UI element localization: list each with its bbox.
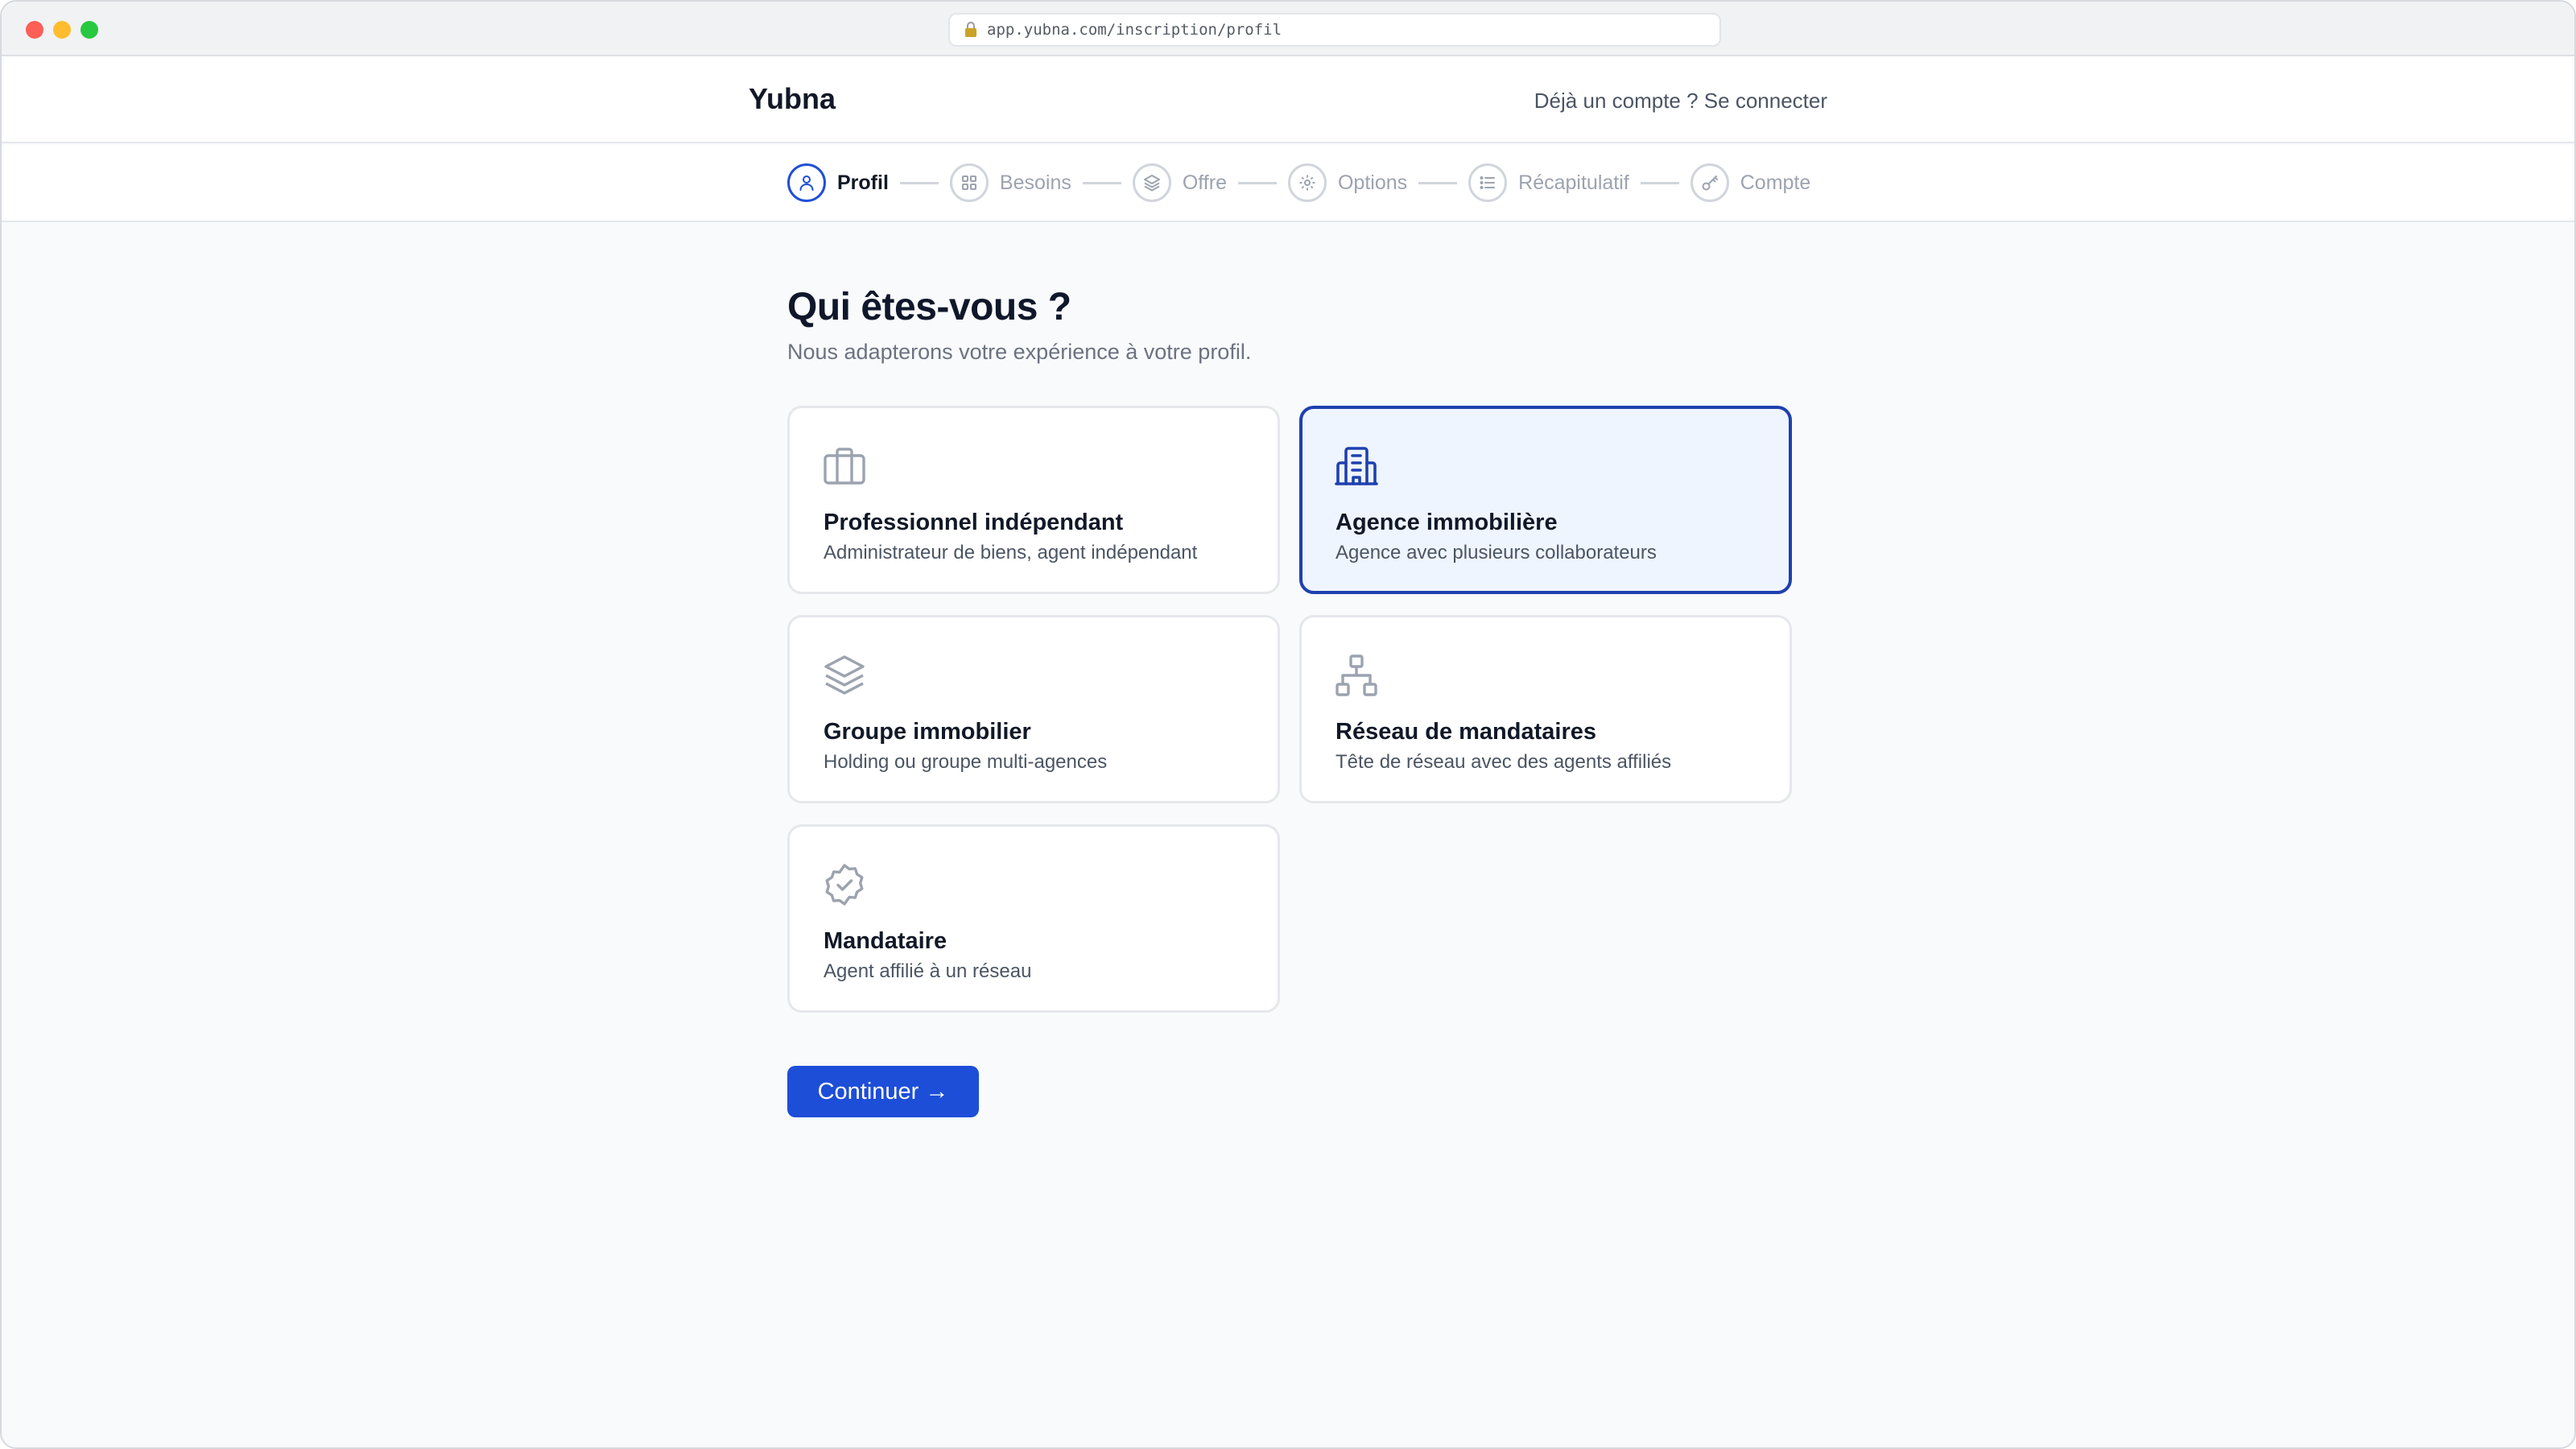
- option-card-professionnel-independant[interactable]: Professionnel indépendant Administrateur…: [787, 406, 1280, 594]
- step-recapitulatif[interactable]: Récapitulatif: [1468, 163, 1629, 202]
- gear-icon: [1287, 163, 1327, 202]
- progress-stepper: Profil Besoins Offre Options Récapitulat…: [2, 145, 2574, 222]
- option-description: Agence avec plusieurs collaborateurs: [1335, 542, 1657, 564]
- layers-icon: [822, 653, 867, 698]
- badge-check-icon: [822, 862, 867, 907]
- step-label: Compte: [1740, 171, 1811, 194]
- logo[interactable]: Yubna: [749, 82, 836, 116]
- url-text: app.yubna.com/inscription/profil: [987, 21, 1282, 39]
- minimize-window-button[interactable]: [53, 21, 71, 39]
- building-icon: [1334, 444, 1379, 489]
- step-connector: [899, 181, 939, 184]
- step-options[interactable]: Options: [1287, 163, 1408, 202]
- stepper-steps: Profil Besoins Offre Options Récapitulat…: [787, 163, 1810, 203]
- step-connector: [1082, 181, 1121, 184]
- key-icon: [1690, 163, 1729, 202]
- option-title: Réseau de mandataires: [1335, 719, 1596, 745]
- list-icon: [1468, 163, 1508, 202]
- browser-chrome: app.yubna.com/inscription/profil: [2, 2, 2574, 56]
- step-label: Récapitulatif: [1518, 171, 1629, 194]
- app-header: Yubna Déjà un compte ? Se connecter: [2, 56, 2574, 143]
- step-offre[interactable]: Offre: [1132, 163, 1227, 202]
- step-besoins[interactable]: Besoins: [949, 163, 1071, 202]
- option-card-mandataire[interactable]: Mandataire Agent affilié à un réseau: [787, 824, 1280, 1013]
- step-connector: [1418, 181, 1458, 184]
- maximize-window-button[interactable]: [80, 21, 98, 39]
- briefcase-icon: [822, 444, 867, 489]
- option-description: Agent affilié à un réseau: [824, 960, 1032, 982]
- step-label: Offre: [1182, 171, 1227, 194]
- close-window-button[interactable]: [26, 21, 43, 39]
- layers-icon: [1132, 163, 1171, 202]
- step-connector: [1640, 181, 1679, 184]
- option-title: Professionnel indépendant: [824, 510, 1124, 535]
- option-title: Agence immobilière: [1335, 510, 1558, 535]
- option-title: Groupe immobilier: [824, 719, 1031, 745]
- option-description: Tête de réseau avec des agents affiliés: [1335, 751, 1672, 773]
- option-description: Administrateur de biens, agent indépenda…: [824, 542, 1198, 564]
- step-label: Profil: [837, 171, 889, 194]
- option-card-reseau-de-mandataires[interactable]: Réseau de mandataires Tête de réseau ave…: [1299, 615, 1792, 803]
- login-link[interactable]: Déjà un compte ? Se connecter: [1534, 89, 1827, 114]
- network-icon: [1334, 653, 1379, 698]
- step-connector: [1237, 181, 1277, 184]
- step-profil[interactable]: Profil: [787, 163, 889, 202]
- lock-icon: [963, 21, 979, 39]
- option-description: Holding ou groupe multi-agences: [824, 751, 1108, 773]
- option-title: Mandataire: [824, 928, 947, 954]
- option-card-agence-immobiliere[interactable]: Agence immobilière Agence avec plusieurs…: [1299, 406, 1792, 594]
- page-subtitle: Nous adapterons votre expérience à votre…: [787, 340, 1252, 364]
- option-card-groupe-immobilier[interactable]: Groupe immobilier Holding ou groupe mult…: [787, 615, 1280, 803]
- step-label: Options: [1337, 171, 1408, 194]
- step-label: Besoins: [999, 171, 1071, 194]
- page-title: Qui êtes-vous ?: [787, 286, 1071, 328]
- step-compte[interactable]: Compte: [1690, 163, 1811, 202]
- grid-icon: [949, 163, 989, 202]
- user-icon: [787, 163, 826, 202]
- browser-window: app.yubna.com/inscription/profil Yubna D…: [0, 0, 2576, 1449]
- continue-button[interactable]: Continuer →: [787, 1066, 979, 1117]
- address-bar[interactable]: app.yubna.com/inscription/profil: [948, 13, 1721, 47]
